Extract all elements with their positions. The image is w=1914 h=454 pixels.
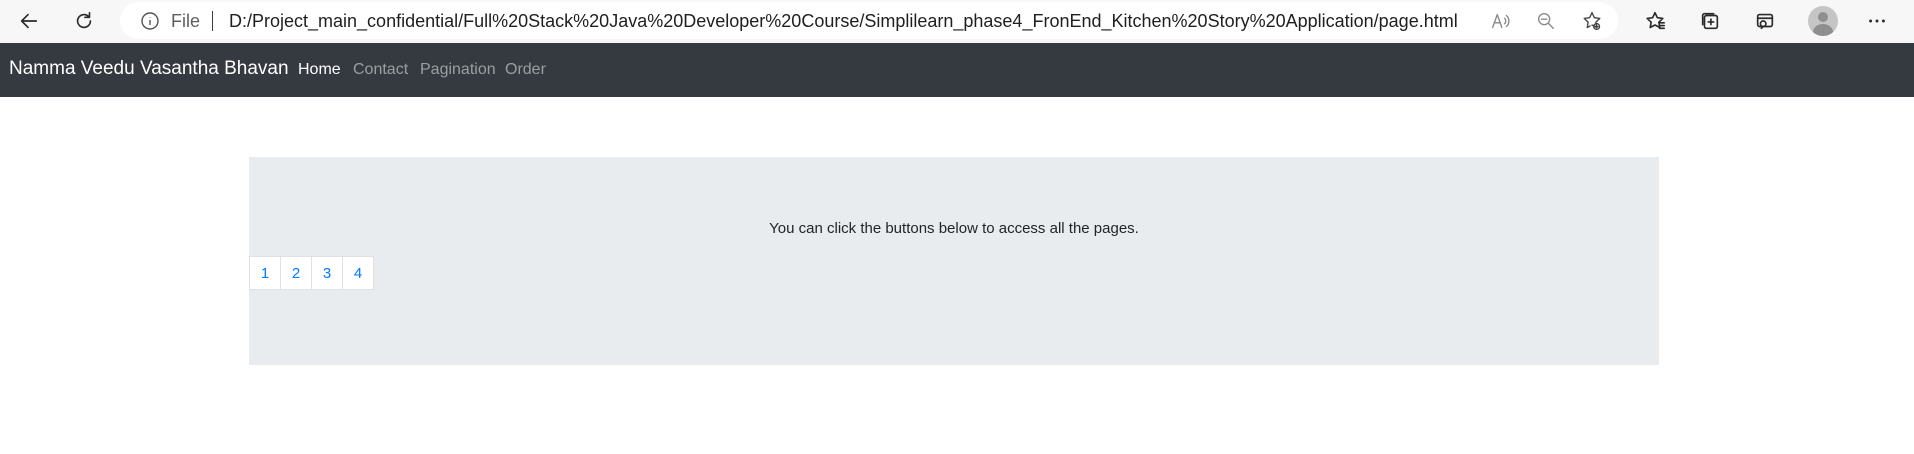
address-divider <box>212 11 213 31</box>
refresh-button[interactable] <box>67 4 101 38</box>
profile-avatar[interactable] <box>1808 6 1838 36</box>
add-favorite-icon[interactable] <box>1580 9 1604 33</box>
browser-toolbar: File D:/Project_main_confidential/Full%2… <box>0 0 1914 43</box>
url-text[interactable]: D:/Project_main_confidential/Full%20Stac… <box>229 11 1458 32</box>
more-menu-button[interactable] <box>1860 4 1894 38</box>
favorites-button[interactable] <box>1638 4 1672 38</box>
back-arrow-icon <box>20 13 38 29</box>
browser-essentials-icon <box>1756 13 1774 30</box>
page-link-3[interactable]: 3 <box>311 256 343 290</box>
nav-link-pagination[interactable]: Pagination <box>420 61 496 79</box>
navbar: Namma Veedu Vasantha Bhavan Home Contact… <box>0 43 1914 97</box>
more-menu-icon <box>1869 19 1885 23</box>
zoom-out-icon[interactable] <box>1534 9 1558 33</box>
jumbotron: You can click the buttons below to acces… <box>249 157 1659 365</box>
collections-button[interactable] <box>1693 4 1727 38</box>
info-icon[interactable] <box>140 11 160 31</box>
page-link-2[interactable]: 2 <box>280 256 312 290</box>
address-bar[interactable]: File D:/Project_main_confidential/Full%2… <box>120 2 1618 39</box>
jumbotron-text: You can click the buttons below to acces… <box>769 220 1139 237</box>
nav-link-home[interactable]: Home <box>298 61 341 79</box>
nav-link-contact[interactable]: Contact <box>353 61 408 79</box>
page-link-4[interactable]: 4 <box>342 256 374 290</box>
refresh-icon <box>76 11 92 29</box>
pagination: 1 2 3 4 <box>249 256 374 290</box>
read-aloud-icon[interactable] <box>1488 9 1512 33</box>
browser-essentials-button[interactable] <box>1748 4 1782 38</box>
nav-link-order[interactable]: Order <box>505 61 546 79</box>
favorites-icon <box>1646 11 1665 30</box>
navbar-brand[interactable]: Namma Veedu Vasantha Bhavan <box>9 58 289 80</box>
file-label: File <box>171 11 201 31</box>
collections-icon <box>1701 12 1719 30</box>
page-link-1[interactable]: 1 <box>249 256 281 290</box>
back-button[interactable] <box>12 4 46 38</box>
